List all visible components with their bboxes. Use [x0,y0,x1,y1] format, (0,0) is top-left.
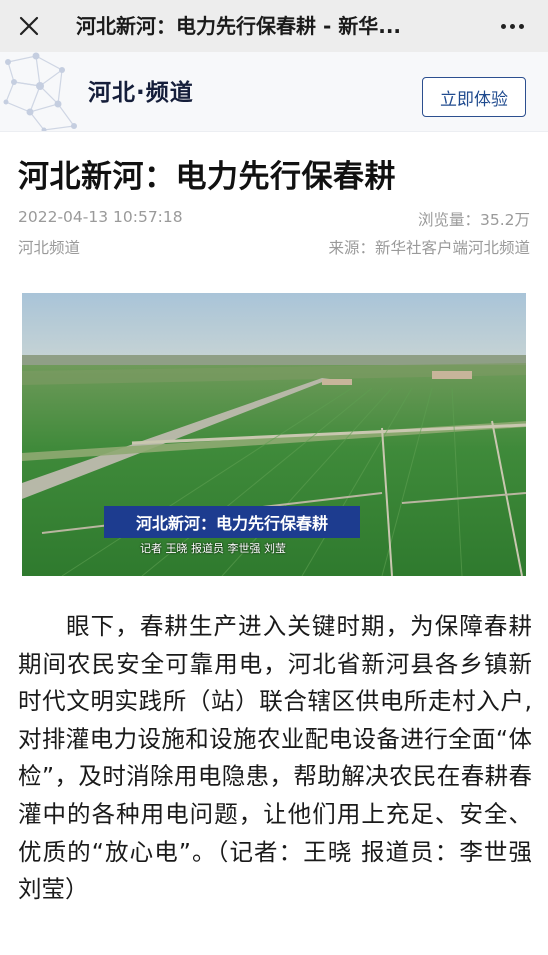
article-body: 眼下，春耕生产进入关键时期，为保障春耕期间农民安全可靠用电，河北省新河县各乡镇新… [18,608,532,909]
window-title: 河北新河：电力先行保春耕 - 新华... [76,14,402,38]
view-count: 浏览量：35.2万 [417,211,530,229]
channel-name: 河北·频道 [88,80,194,106]
close-icon [19,16,39,36]
article-channel-link[interactable]: 河北频道 [18,236,80,258]
image-caption: 河北新河：电力先行保春耕 [104,506,360,538]
article-source: 来源：新华社客户端河北频道 [328,239,530,257]
try-now-button[interactable]: 立即体验 [422,77,526,117]
image-credit: 记者 王晓 报道员 李世强 刘莹 [140,542,286,555]
top-navigation-bar: 河北新河：电力先行保春耕 - 新华... [0,0,548,52]
publish-date: 2022-04-13 10:57:18 [18,208,183,226]
article-body-text: 眼下，春耕生产进入关键时期，为保障春耕期间农民安全可靠用电，河北省新河县各乡镇新… [18,612,532,904]
channel-banner: 河北·频道 立即体验 [0,52,548,132]
network-logo-icon [3,52,77,131]
close-button[interactable] [12,9,46,43]
more-dots-icon [500,23,506,29]
article-title: 河北新河：电力先行保春耕 [18,159,396,195]
more-options-button[interactable] [492,9,532,43]
